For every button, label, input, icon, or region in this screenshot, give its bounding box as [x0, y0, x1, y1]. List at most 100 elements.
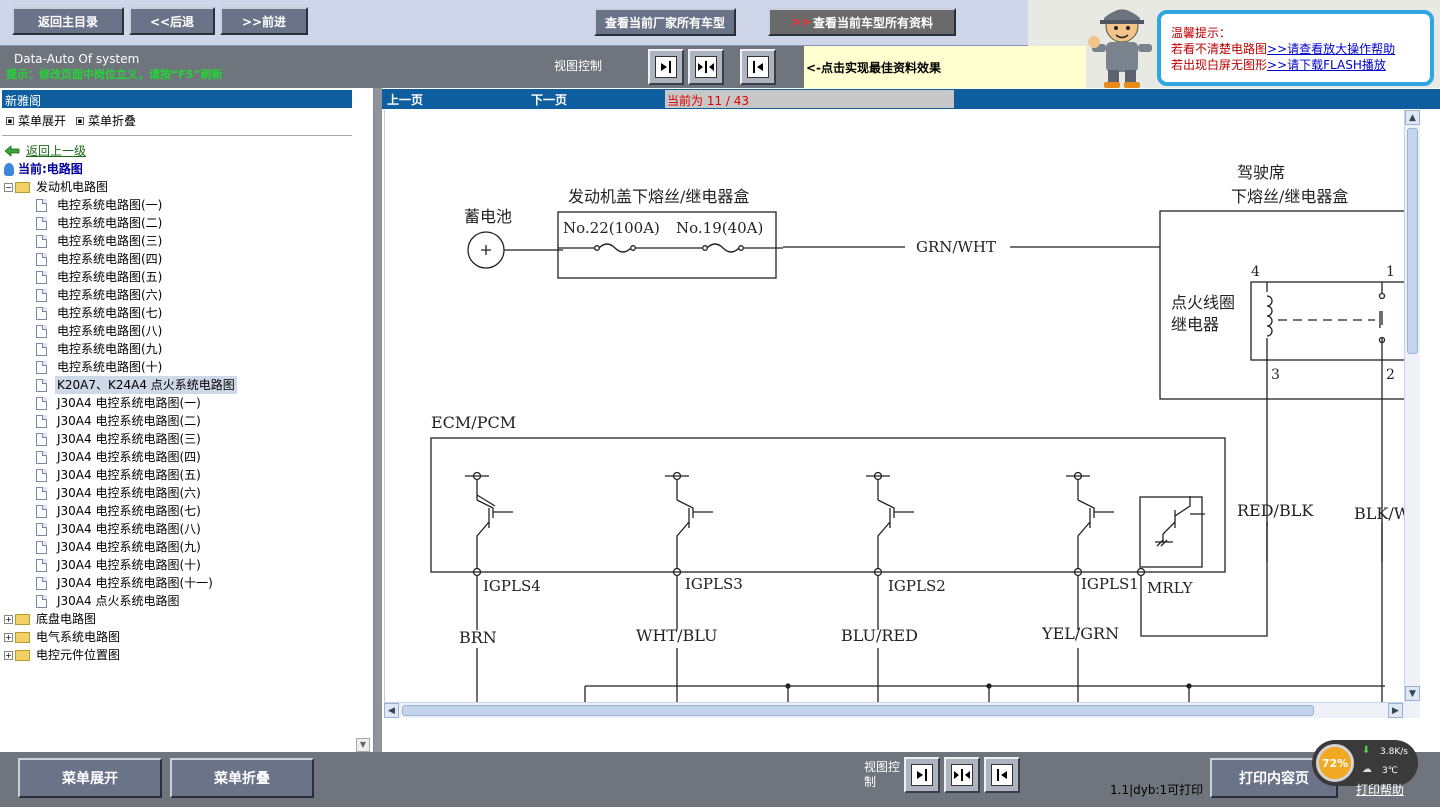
diagram-viewer[interactable]: 蓄电池 发动机盖下熔丝/继电器盒 No.22(100A) No.19(40A) …	[384, 110, 1420, 718]
mascot-icon	[1088, 9, 1152, 88]
tree-item[interactable]: 电控系统电路图(三)	[4, 232, 237, 250]
tree-item[interactable]: J30A4 点火系统电路图	[4, 592, 237, 610]
tree-item[interactable]: J30A4 电控系统电路图(八)	[4, 520, 237, 538]
zoom-help-link[interactable]: >>请查看放大操作帮助	[1267, 42, 1395, 56]
expand-icon[interactable]: +	[4, 632, 13, 642]
fit-width-button-bottom[interactable]	[904, 757, 940, 793]
tree-item[interactable]: K20A7、K24A4 点火系统电路图	[4, 376, 237, 394]
tree-item[interactable]: 电控系统电路图(八)	[4, 322, 237, 340]
arrows-in-icon	[951, 764, 973, 786]
tree-item[interactable]: J30A4 电控系统电路图(十一)	[4, 574, 237, 592]
tree-item-label: J30A4 电控系统电路图(十)	[57, 558, 201, 572]
view-all-data-button[interactable]: >> 查看当前车型所有资料	[768, 8, 956, 36]
wire-wht-blu: WHT/BLU	[636, 626, 717, 645]
battery-label: 蓄电池	[464, 207, 512, 226]
tree-folder[interactable]: + 电气系统电路图	[4, 628, 237, 646]
original-size-button[interactable]	[740, 49, 776, 85]
prev-page-link[interactable]: 上一页	[387, 91, 423, 108]
tree-item[interactable]: J30A4 电控系统电路图(二)	[4, 412, 237, 430]
document-icon	[36, 324, 47, 338]
mrly-label: MRLY	[1147, 579, 1194, 597]
back-up-link[interactable]: 返回上一级	[26, 142, 86, 160]
collapse-menu-link[interactable]: ▪ 菜单折叠	[76, 112, 136, 129]
tree-item[interactable]: 电控系统电路图(十)	[4, 358, 237, 376]
view-control-label: 视图控制	[554, 59, 603, 73]
document-icon	[36, 450, 47, 464]
expand-menu-link[interactable]: ▪ 菜单展开	[6, 112, 66, 129]
igpls4-label: IGPLS4	[483, 577, 541, 595]
fit-page-button-bottom[interactable]	[944, 757, 980, 793]
splitter[interactable]	[374, 88, 382, 752]
vertical-scroll-thumb[interactable]	[1407, 128, 1418, 354]
folder-icon	[15, 631, 30, 643]
wire-blu-red: BLU/RED	[841, 626, 918, 645]
tree-item[interactable]: 电控系统电路图(二)	[4, 214, 237, 232]
tree-item[interactable]: J30A4 电控系统电路图(四)	[4, 448, 237, 466]
fit-width-button[interactable]	[648, 49, 684, 85]
tree-item[interactable]: 电控系统电路图(四)	[4, 250, 237, 268]
tree-item-label: J30A4 电控系统电路图(二)	[57, 414, 201, 428]
tree-item-label: 电控系统电路图(十)	[57, 360, 163, 374]
wiring-diagram: 蓄电池 发动机盖下熔丝/继电器盒 No.22(100A) No.19(40A) …	[430, 163, 1420, 702]
flash-download-link[interactable]: >>请下载FLASH播放	[1267, 58, 1386, 72]
next-page-link[interactable]: 下一页	[531, 91, 567, 108]
arrow-icon: >>	[790, 15, 812, 29]
wire-yel-grn: YEL/GRN	[1041, 624, 1119, 643]
tree-item[interactable]: 电控系统电路图(五)	[4, 268, 237, 286]
tree-item-label: 电控系统电路图(三)	[57, 234, 163, 248]
tree-folder[interactable]: + 电控元件位置图	[4, 646, 237, 664]
tree-item-label: 电控系统电路图(四)	[57, 252, 163, 266]
fit-page-button[interactable]	[688, 49, 724, 85]
original-size-button-bottom[interactable]	[984, 757, 1020, 793]
scroll-left-icon[interactable]: ◀	[384, 703, 399, 718]
collapse-icon[interactable]: −	[4, 182, 13, 192]
collapse-menu-button[interactable]: 菜单折叠	[170, 758, 314, 798]
back-button[interactable]: <<后退	[129, 7, 215, 35]
view-all-models-button[interactable]: 查看当前厂家所有车型	[594, 8, 736, 36]
network-monitor-widget[interactable]: 72% ⬇ 3.8K/s ☁ 3℃	[1312, 740, 1418, 786]
folder-label: 发动机电路图	[36, 180, 109, 194]
tree-item[interactable]: 电控系统电路图(九)	[4, 340, 237, 358]
tree-folder-engine[interactable]: − 发动机电路图	[4, 178, 237, 196]
tree-item[interactable]: 电控系统电路图(六)	[4, 286, 237, 304]
scroll-down-button[interactable]: ▼	[356, 738, 370, 752]
print-help-link[interactable]: 打印帮助	[1356, 781, 1404, 798]
vertical-scrollbar[interactable]: ▲ ▼	[1404, 110, 1420, 702]
expand-icon[interactable]: +	[4, 650, 13, 660]
horizontal-scrollbar[interactable]: ◀ ▶	[384, 702, 1404, 718]
tree-item[interactable]: J30A4 电控系统电路图(十)	[4, 556, 237, 574]
tree-item-label: J30A4 电控系统电路图(九)	[57, 540, 201, 554]
tree-item[interactable]: J30A4 电控系统电路图(九)	[4, 538, 237, 556]
dash-box-label-1: 驾驶席	[1237, 163, 1285, 182]
document-icon	[36, 504, 47, 518]
tree-item-label: K20A7、K24A4 点火系统电路图	[55, 376, 237, 394]
expand-icon[interactable]: +	[4, 614, 13, 624]
tree-item[interactable]: J30A4 电控系统电路图(三)	[4, 430, 237, 448]
usage-percent: 72%	[1316, 744, 1354, 782]
expand-menu-button[interactable]: 菜单展开	[18, 758, 162, 798]
tree-item[interactable]: J30A4 电控系统电路图(七)	[4, 502, 237, 520]
document-icon	[36, 234, 47, 248]
document-icon	[36, 522, 47, 536]
tree-item[interactable]: J30A4 电控系统电路图(六)	[4, 484, 237, 502]
relay-pin-4: 4	[1251, 264, 1260, 280]
horizontal-scroll-thumb[interactable]	[402, 705, 1314, 716]
forward-button[interactable]: >>前进	[220, 7, 308, 35]
scroll-down-icon[interactable]: ▼	[1405, 686, 1420, 701]
network-speed: 3.8K/s	[1380, 747, 1408, 757]
scroll-corner	[1404, 702, 1420, 718]
folder-label: 电控元件位置图	[36, 648, 121, 662]
relay-pin-2: 2	[1386, 367, 1395, 383]
scroll-right-icon[interactable]: ▶	[1388, 703, 1403, 718]
igpls3-label: IGPLS3	[685, 575, 743, 593]
tree-item[interactable]: J30A4 电控系统电路图(一)	[4, 394, 237, 412]
relay-label-2: 继电器	[1171, 315, 1219, 334]
folder-icon	[15, 613, 30, 625]
tree-item[interactable]: 电控系统电路图(一)	[4, 196, 237, 214]
tree-folder[interactable]: + 底盘电路图	[4, 610, 237, 628]
home-button[interactable]: 返回主目录	[12, 7, 124, 35]
scroll-up-icon[interactable]: ▲	[1405, 110, 1420, 125]
collapse-menu-label: 菜单折叠	[88, 114, 137, 128]
tree-item[interactable]: J30A4 电控系统电路图(五)	[4, 466, 237, 484]
tree-item[interactable]: 电控系统电路图(七)	[4, 304, 237, 322]
